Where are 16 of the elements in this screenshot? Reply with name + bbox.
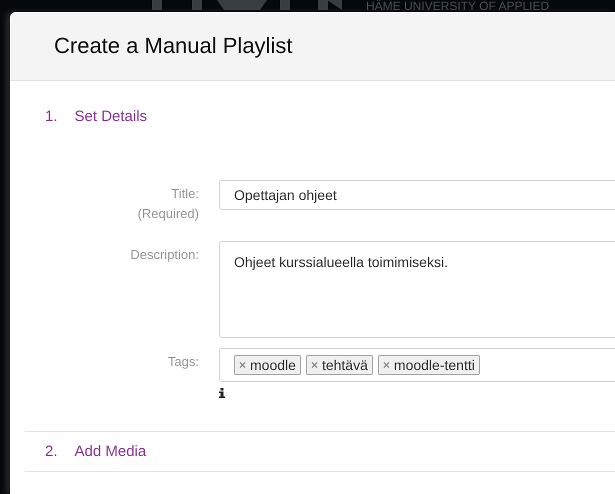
tag-label: moodle-tentti: [394, 357, 475, 373]
required-note: (Required): [138, 205, 199, 223]
title-field[interactable]: Opettajan ohjeet: [219, 180, 615, 210]
tag-label: tehtävä: [322, 357, 368, 373]
tag-label: moodle: [250, 357, 296, 373]
step-number: 1.: [45, 108, 58, 127]
step-title[interactable]: Set Details: [74, 108, 148, 151]
step-number: 2.: [45, 443, 58, 460]
field-label: Description:: [130, 246, 199, 264]
description-field[interactable]: Ohjeet kurssialueella toimimiseksi.: [219, 241, 615, 338]
step-title[interactable]: Add Media: [74, 443, 146, 460]
university-name: HÄME UNIVERSITY OF APPLIED: [366, 0, 550, 12]
info-icon[interactable]: [219, 388, 225, 398]
field-label: Title:: [171, 185, 199, 203]
dialog-title: Create a Manual Playlist: [54, 33, 292, 59]
field-label: Tags:: [168, 353, 199, 371]
